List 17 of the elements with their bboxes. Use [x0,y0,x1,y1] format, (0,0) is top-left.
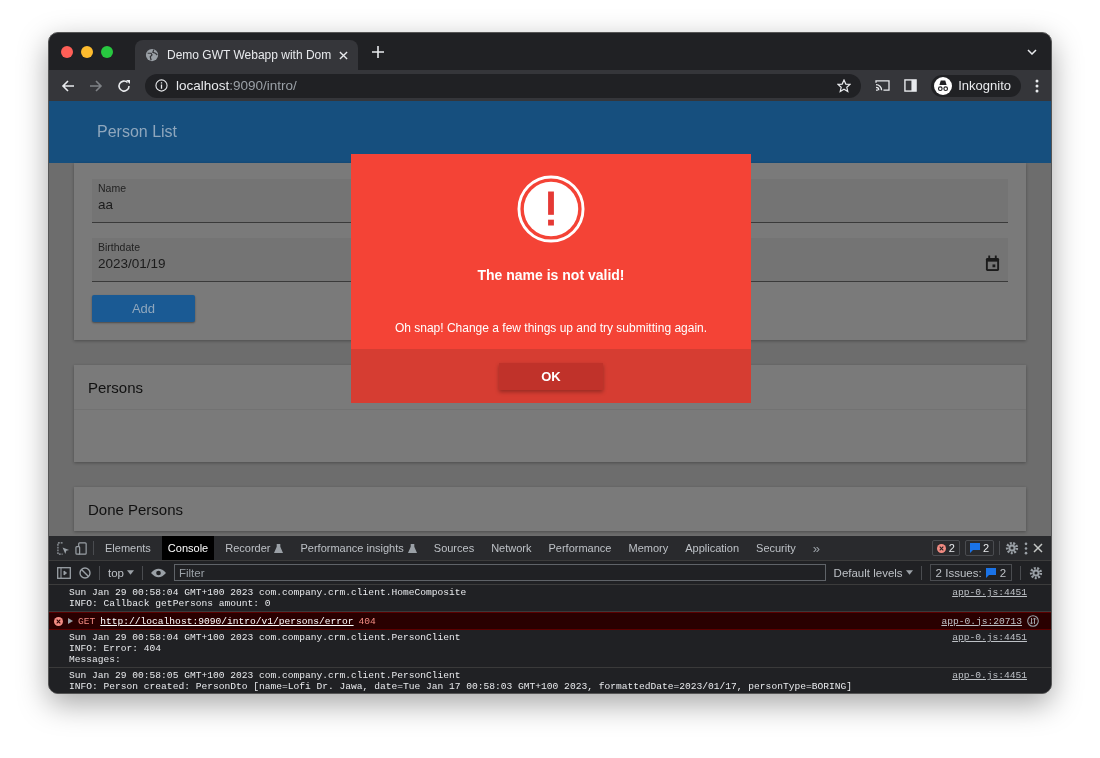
card-title: Done Persons [88,501,184,518]
console-message: Sun Jan 29 00:58:04 GMT+100 2023 com.company.crm.client.PersonClient [69,632,462,643]
console-message: INFO: Error: 404 [69,643,163,654]
dialog-message: Oh snap! Change a few things up and try submitting again. [394,321,708,335]
console-message: INFO: Callback getPersons amount: 0 [69,598,272,609]
dialog-title: The name is not valid! [477,267,625,283]
console-message: Sun Jan 29 00:58:05 GMT+100 2023 com.company.crm.client.PersonClient [69,670,462,681]
error-status: 404 [358,615,376,627]
message-count: 2 [982,542,989,554]
issues-count: 2 [999,566,1007,579]
app-title: Person List [97,123,178,141]
card-title: Persons [88,379,144,396]
console-message: INFO: Person created: PersonDto [name=Lofi Dr. Jawa, date=Tue Jan 17 00:58:03 GMT+100 2023, formattedDate=2023/01/17, personType=BORING] [69,681,853,692]
console-message: Sun Jan 29 00:58:04 GMT+100 2023 com.company.crm.client.HomeComposite [69,587,468,598]
error-count: 2 [948,542,955,554]
console-message: Messages: [69,654,122,665]
error-method: GET [78,615,96,627]
